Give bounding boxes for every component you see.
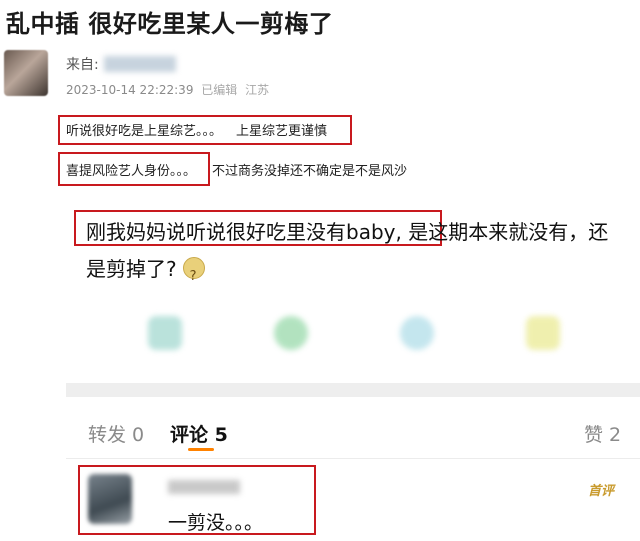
post-main-highlight: 刚我妈妈说听说很好吃里没有baby, [86, 220, 402, 244]
edited-label: 已编辑 [201, 83, 238, 97]
comment-icon[interactable] [274, 316, 308, 350]
post-main-text: 刚我妈妈说听说很好吃里没有baby, 是这期本来就没有，还是剪掉了? [86, 214, 626, 295]
post-timestamp: 2023-10-14 22:22:39 [66, 83, 194, 97]
tab-comment[interactable]: 评论 5 [170, 420, 228, 447]
like-icon[interactable] [526, 316, 560, 350]
tab-separator [66, 458, 640, 459]
source-label: 来自: [66, 57, 99, 73]
commenter-avatar[interactable] [88, 474, 132, 524]
post-line-1-continuation: 上星综艺更谨慎 [236, 124, 328, 139]
active-tab-underline [188, 448, 214, 451]
repost-icon[interactable] [400, 316, 434, 350]
tab-like[interactable]: 赞 2 [584, 420, 621, 447]
post-line-2-continuation: 不过商务没掉还不确定是不是风沙 [212, 164, 408, 179]
commenter-name-blurred[interactable] [168, 480, 240, 494]
post-meta: 2023-10-14 22:22:39 已编辑 江苏 [66, 81, 269, 98]
poster-avatar[interactable] [4, 50, 48, 96]
post-line-2: 喜提风险艺人身份。。。 [66, 164, 197, 179]
source-name-blurred[interactable] [104, 56, 176, 72]
share-icon[interactable] [148, 316, 182, 350]
section-divider [66, 383, 640, 397]
location-label: 江苏 [245, 83, 270, 97]
tab-repost[interactable]: 转发 0 [88, 420, 144, 447]
post-line-1: 听说很好吃是上星综艺。。。 [66, 124, 223, 139]
headline: 乱中插 很好吃里某人一剪梅了 [6, 10, 334, 38]
comment-text: 一剪没。。。 [168, 512, 264, 534]
thinking-emoji-icon [182, 257, 205, 295]
first-comment-badge: 首评 [588, 484, 615, 499]
